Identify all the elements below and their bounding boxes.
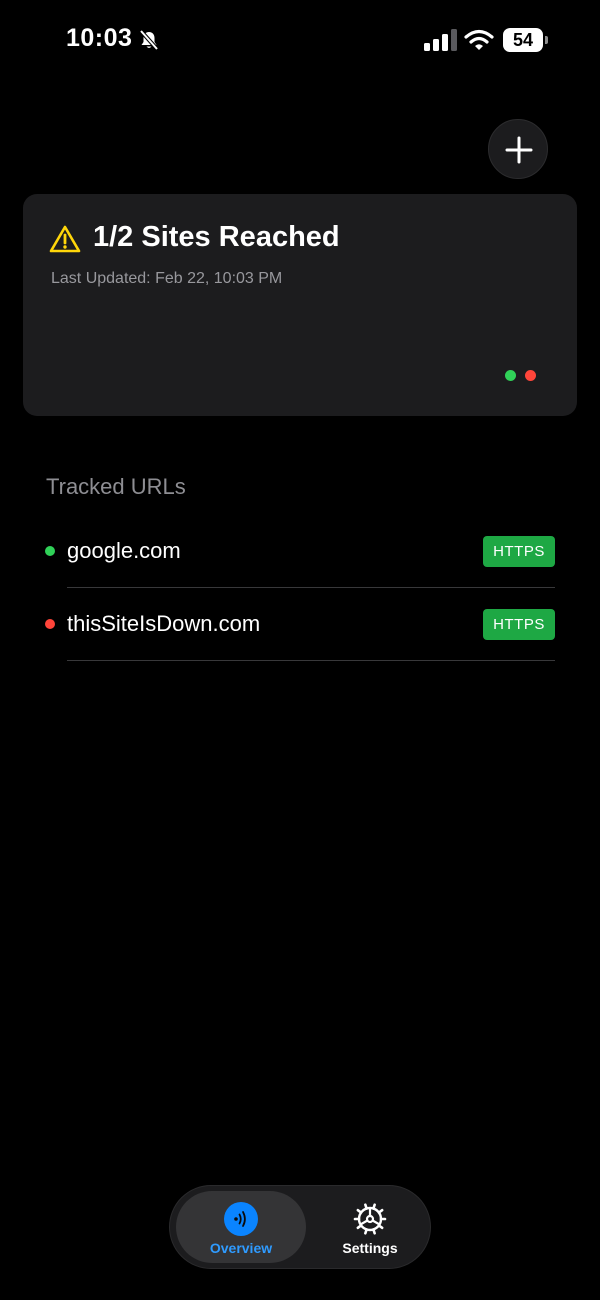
tracked-urls-heading: Tracked URLs — [46, 474, 186, 499]
radio-waves-icon — [224, 1202, 258, 1236]
status-dot-down — [525, 370, 536, 381]
status-dot — [45, 546, 55, 556]
battery-icon: 54 — [503, 28, 549, 52]
tab-bar: Overview Settings — [169, 1185, 431, 1269]
protocol-badge: HTTPS — [483, 536, 555, 567]
plus-icon — [505, 136, 533, 164]
status-bar: 10:03 54 — [0, 0, 600, 80]
url-row-thissiteisdown[interactable]: thisSiteIsDown.com HTTPS — [0, 588, 600, 661]
status-dot — [45, 619, 55, 629]
add-url-button[interactable] — [488, 119, 548, 179]
warning-triangle-icon — [49, 225, 81, 253]
url-label: google.com — [67, 538, 181, 563]
summary-card: 1/2 Sites Reached Last Updated: Feb 22, … — [23, 194, 577, 416]
tab-overview[interactable]: Overview — [176, 1191, 306, 1263]
battery-level: 54 — [512, 30, 534, 50]
last-updated-text: Last Updated: Feb 22, 10:03 PM — [51, 270, 283, 287]
tab-settings-label: Settings — [342, 1240, 398, 1256]
protocol-badge: HTTPS — [483, 609, 555, 640]
bell-slash-icon — [139, 29, 159, 51]
url-row-google[interactable]: google.com HTTPS — [0, 515, 600, 588]
gear-icon — [353, 1203, 387, 1235]
tab-overview-label: Overview — [209, 1240, 273, 1256]
wifi-icon — [464, 29, 494, 50]
url-label: thisSiteIsDown.com — [67, 611, 261, 636]
tab-settings[interactable]: Settings — [314, 1191, 426, 1263]
status-dot-up — [505, 370, 516, 381]
summary-title: 1/2 Sites Reached — [93, 221, 340, 253]
cellular-signal-icon — [424, 29, 457, 51]
row-divider — [67, 660, 555, 661]
status-time: 10:03 — [66, 24, 133, 52]
